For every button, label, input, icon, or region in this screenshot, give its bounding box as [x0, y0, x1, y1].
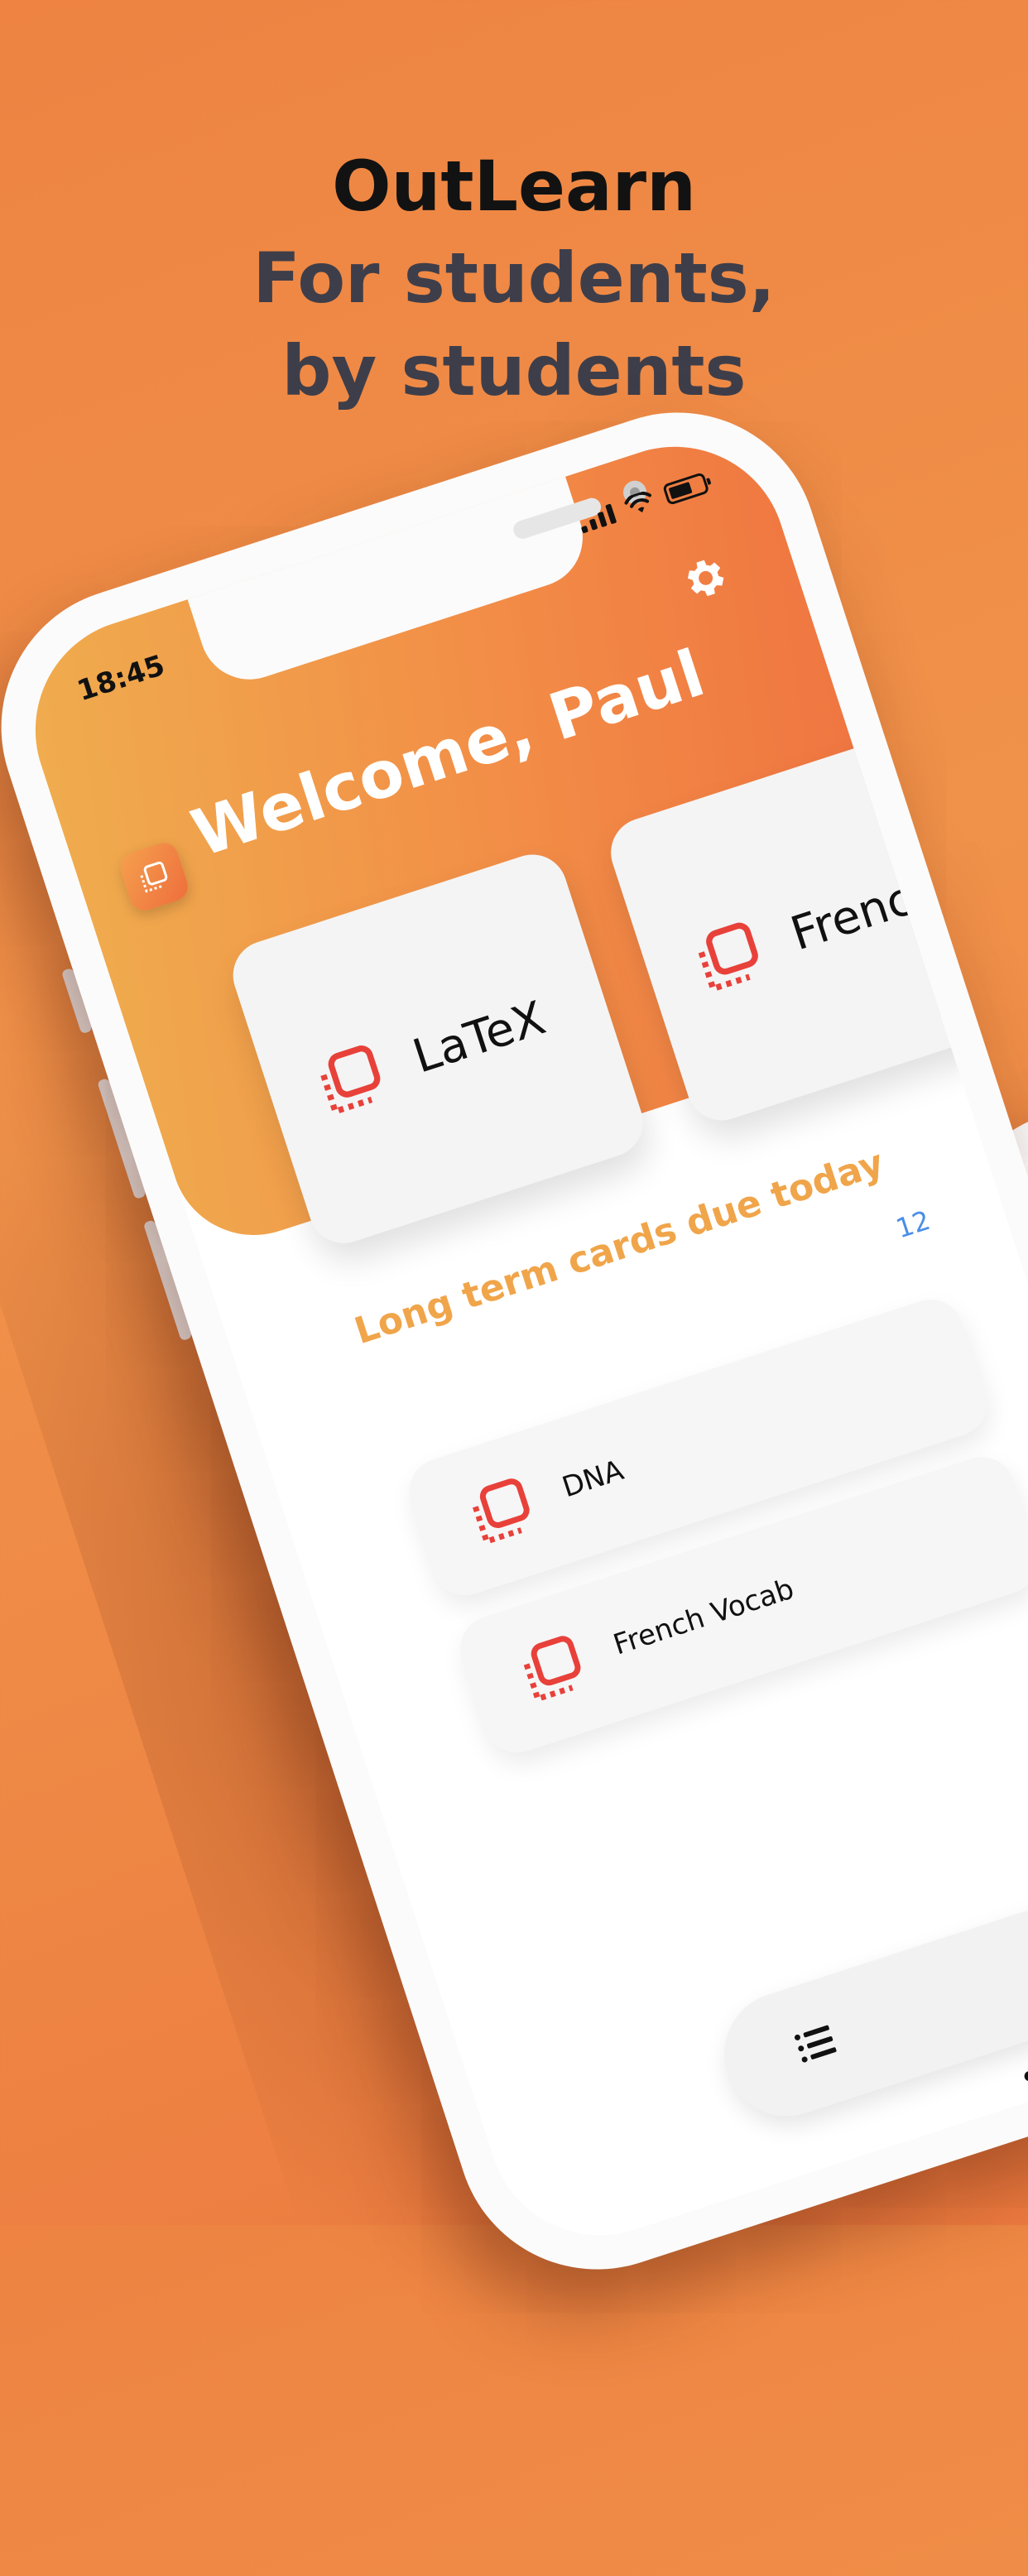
- due-count[interactable]: 12: [892, 1204, 934, 1245]
- tab-bar: [708, 1850, 1028, 2133]
- list-icon[interactable]: [793, 2023, 838, 2064]
- marketing-headline: OutLearn For students, by students: [0, 141, 1028, 417]
- tagline-line-1: For students,: [252, 238, 776, 319]
- deck-title: LaTeX: [406, 991, 552, 1084]
- flashcard-deck-icon: [523, 1636, 581, 1703]
- tagline-line-2: by students: [281, 330, 747, 411]
- list-item-label: DNA: [558, 1454, 628, 1505]
- list-item-label: French Vocab: [609, 1572, 799, 1662]
- deck-title: French V: [784, 848, 992, 962]
- flashcard-deck-icon: [472, 1478, 530, 1545]
- flashcard-deck-icon: [698, 922, 758, 993]
- flashcard-deck-icon: [320, 1045, 381, 1116]
- flashcard-deck-icon: [140, 861, 168, 893]
- app-name: OutLearn: [332, 146, 696, 227]
